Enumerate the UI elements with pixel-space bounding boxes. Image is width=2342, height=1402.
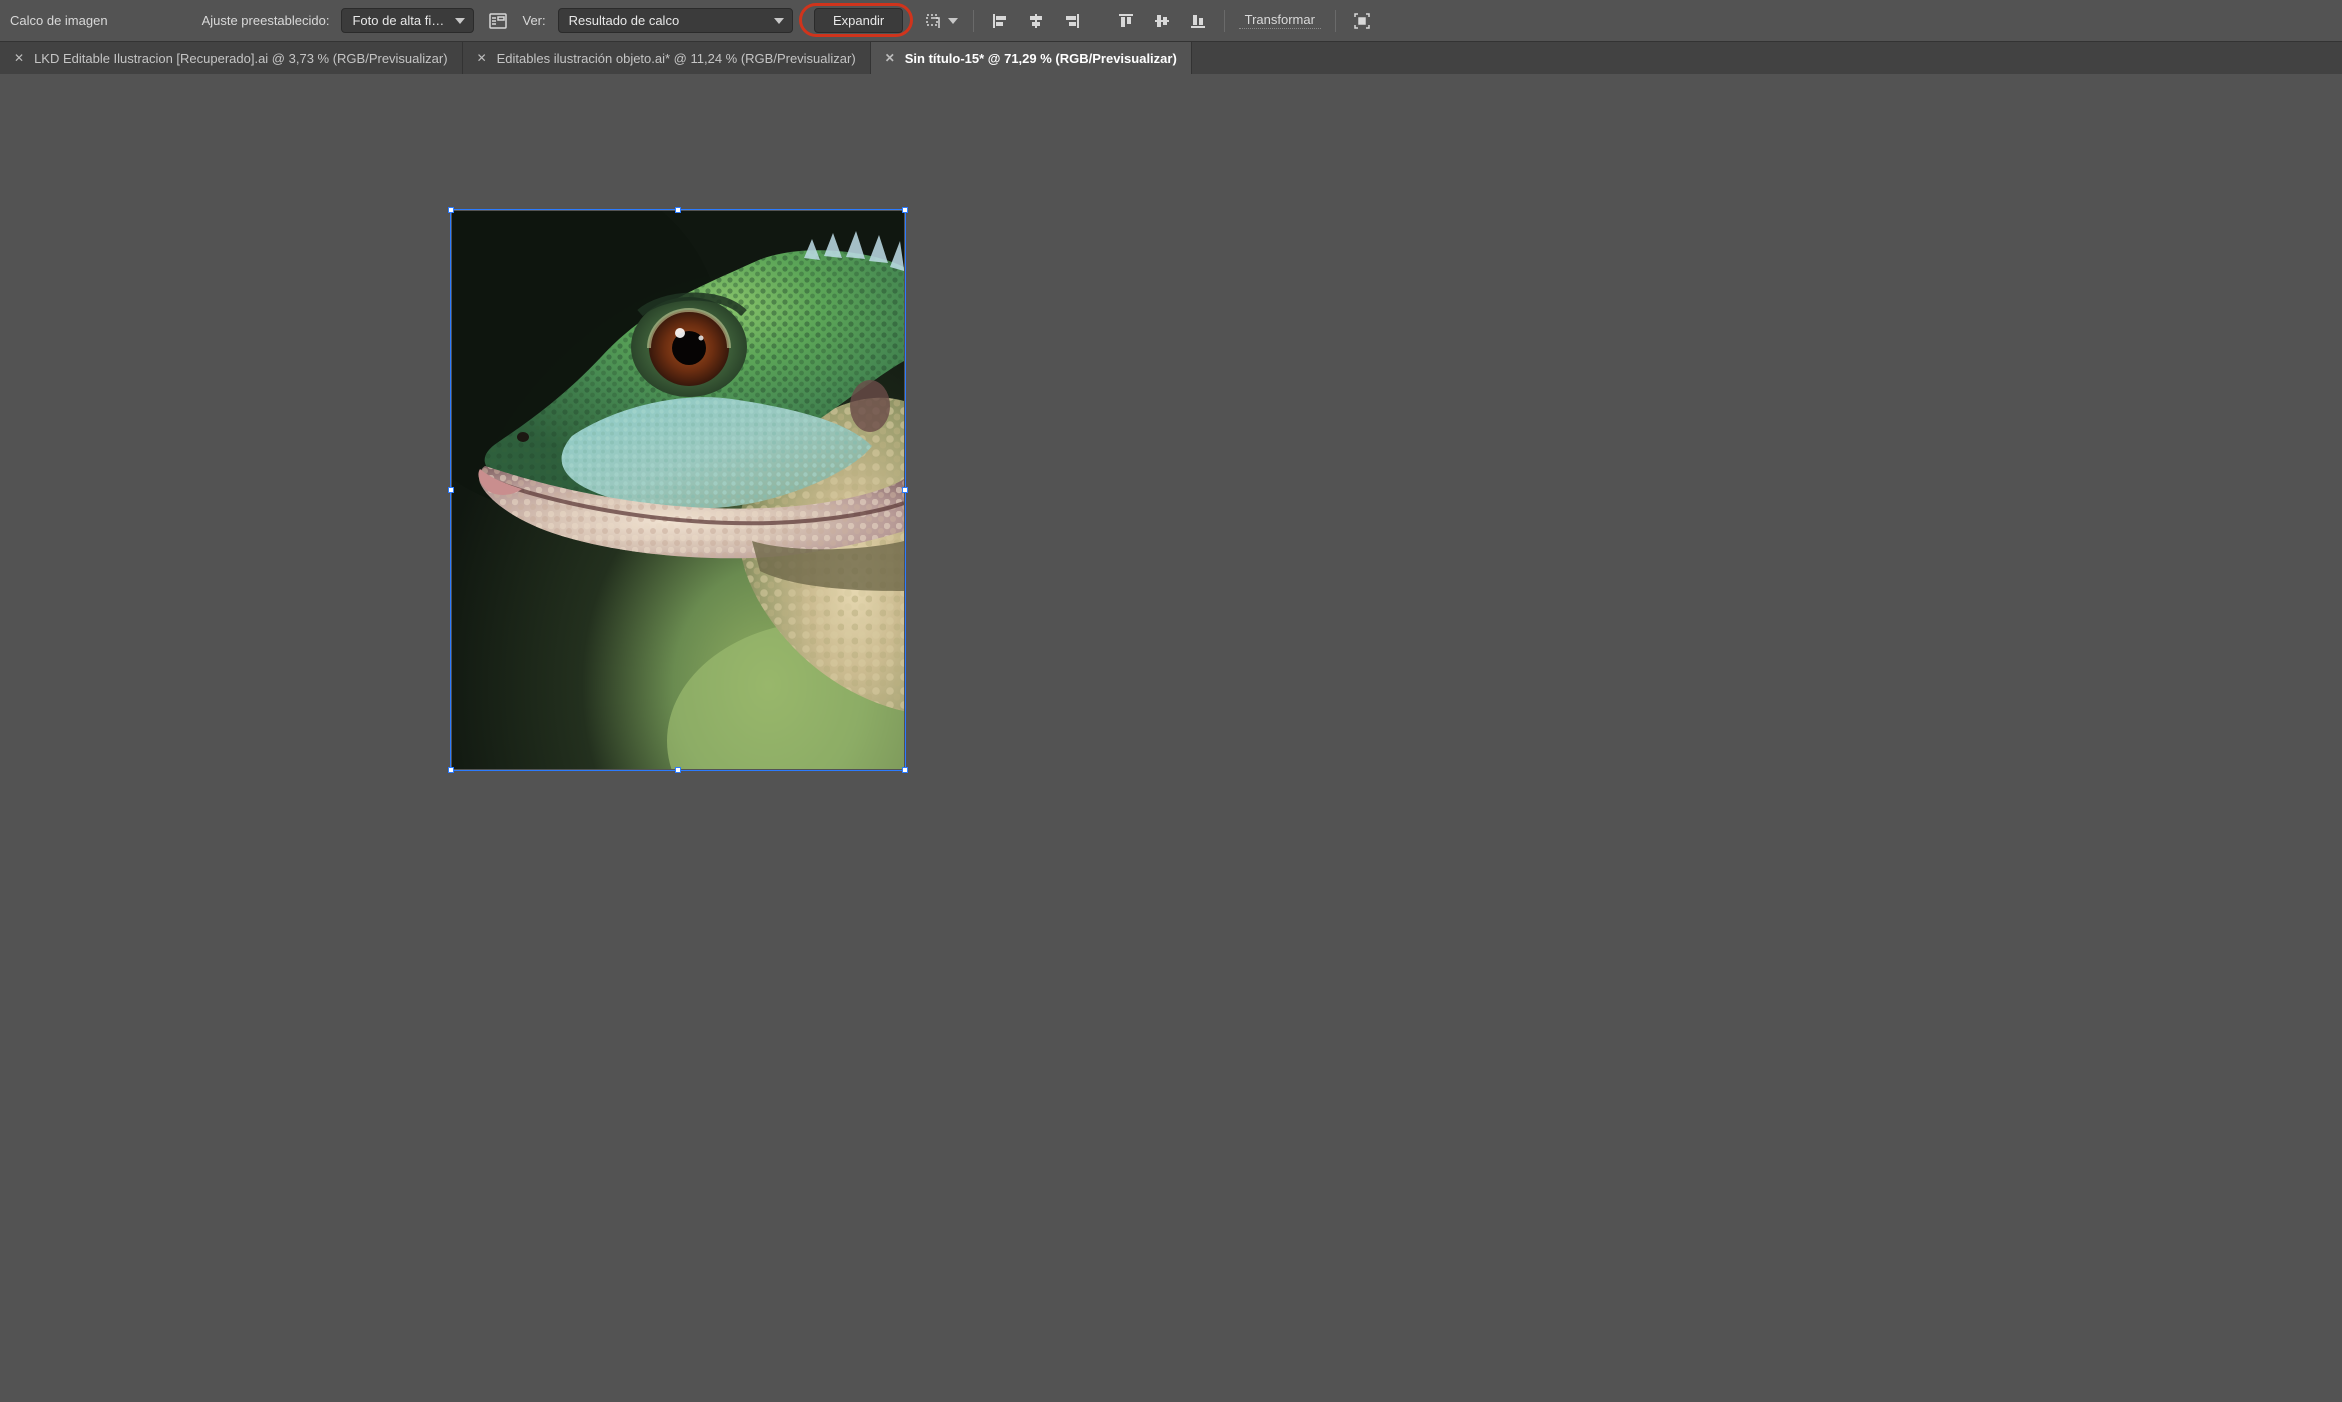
tab-title: Editables ilustración objeto.ai* @ 11,24… <box>497 51 856 66</box>
image-trace-panel-button[interactable] <box>486 9 510 33</box>
align-hcenter-icon <box>1027 12 1045 30</box>
panel-icon <box>489 12 507 30</box>
preset-dropdown[interactable]: Foto de alta fide... <box>341 8 474 33</box>
canvas-area[interactable] <box>0 74 2342 1402</box>
preset-label: Ajuste preestablecido: <box>202 13 330 28</box>
align-bottom-icon <box>1189 12 1207 30</box>
chevron-down-icon <box>455 18 465 24</box>
expand-button-label: Expandir <box>833 13 884 28</box>
isolate-icon <box>1353 12 1371 30</box>
align-vcenter-icon <box>1153 12 1171 30</box>
align-bottom-button[interactable] <box>1186 9 1210 33</box>
document-tab[interactable]: ✕ LKD Editable Ilustracion [Recuperado].… <box>0 42 463 74</box>
view-dropdown[interactable]: Resultado de calco <box>558 8 793 33</box>
view-label: Ver: <box>522 13 545 28</box>
separator <box>1335 10 1336 32</box>
document-tab[interactable]: ✕ Sin título-15* @ 71,29 % (RGB/Previsua… <box>871 42 1192 74</box>
align-top-button[interactable] <box>1114 9 1138 33</box>
close-tab-icon[interactable]: ✕ <box>14 52 24 64</box>
align-hcenter-button[interactable] <box>1024 9 1048 33</box>
close-tab-icon[interactable]: ✕ <box>477 52 487 64</box>
control-bar: Calco de imagen Ajuste preestablecido: F… <box>0 0 2342 41</box>
chevron-down-icon <box>774 18 784 24</box>
transform-button[interactable]: Transformar <box>1239 12 1321 29</box>
separator <box>973 10 974 32</box>
separator <box>1224 10 1225 32</box>
context-label: Calco de imagen <box>10 13 108 28</box>
expand-button[interactable]: Expandir <box>814 8 903 33</box>
close-tab-icon[interactable]: ✕ <box>885 52 895 64</box>
align-right-button[interactable] <box>1060 9 1084 33</box>
artboard[interactable] <box>452 211 904 769</box>
tab-title: Sin título-15* @ 71,29 % (RGB/Previsuali… <box>905 51 1177 66</box>
crop-icon <box>925 12 945 30</box>
document-tab[interactable]: ✕ Editables ilustración objeto.ai* @ 11,… <box>463 42 871 74</box>
traced-image[interactable] <box>452 211 904 769</box>
document-tabs-bar: ✕ LKD Editable Ilustracion [Recuperado].… <box>0 41 2342 74</box>
align-right-icon <box>1063 12 1081 30</box>
expand-button-highlight-wrap: Expandir <box>805 4 913 38</box>
align-vcenter-button[interactable] <box>1150 9 1174 33</box>
isolate-button[interactable] <box>1350 9 1374 33</box>
align-left-icon <box>991 12 1009 30</box>
preset-selected-value: Foto de alta fide... <box>352 13 447 28</box>
chevron-down-icon <box>948 18 958 24</box>
align-left-button[interactable] <box>988 9 1012 33</box>
crop-image-button[interactable] <box>925 9 959 33</box>
align-top-icon <box>1117 12 1135 30</box>
tab-title: LKD Editable Ilustracion [Recuperado].ai… <box>34 51 448 66</box>
view-selected-value: Resultado de calco <box>569 13 680 28</box>
